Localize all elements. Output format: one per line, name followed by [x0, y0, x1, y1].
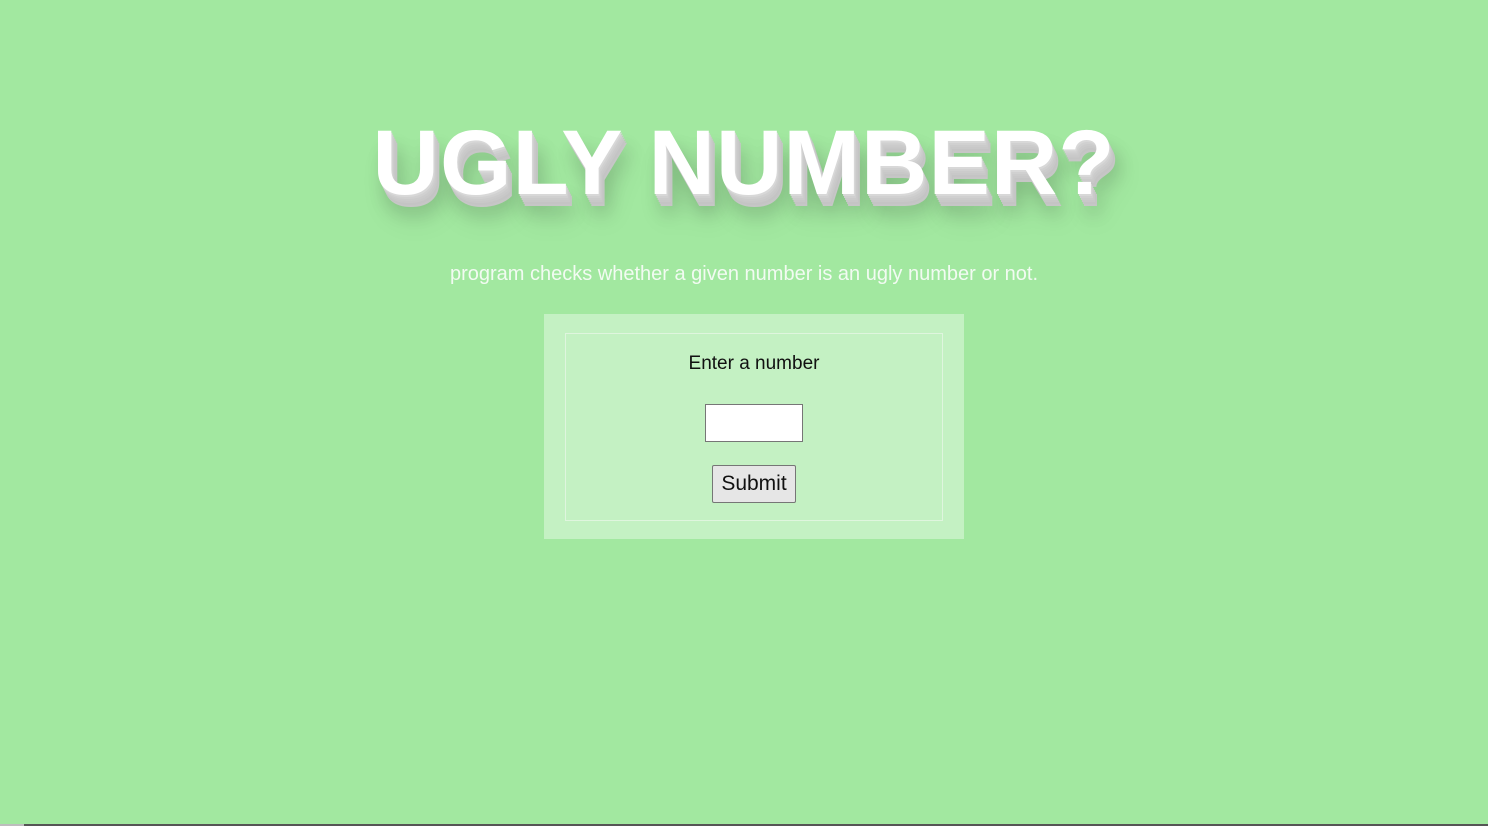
number-input[interactable]: [705, 404, 803, 442]
form-card: Enter a number Submit: [544, 314, 964, 539]
page-title: UGLY NUMBER?: [372, 112, 1116, 214]
submit-button[interactable]: Submit: [712, 465, 796, 503]
page-subtitle: program checks whether a given number is…: [449, 263, 1039, 285]
number-input-label: Enter a number: [688, 353, 820, 374]
form-fieldset: Enter a number Submit: [565, 333, 943, 521]
page: UGLY NUMBER? program checks whether a gi…: [0, 0, 1488, 826]
